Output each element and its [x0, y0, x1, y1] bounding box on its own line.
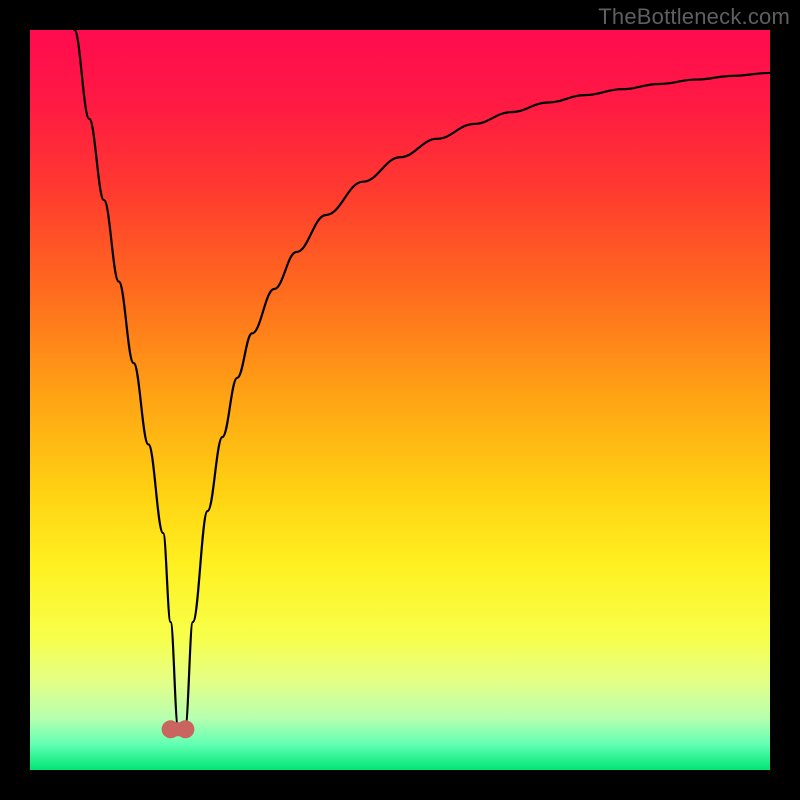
watermark-text: TheBottleneck.com: [598, 4, 790, 30]
bottleneck-chart: [30, 30, 770, 770]
chart-frame: [30, 30, 770, 770]
minimum-markers: [162, 720, 195, 738]
min-right-marker: [176, 720, 194, 738]
